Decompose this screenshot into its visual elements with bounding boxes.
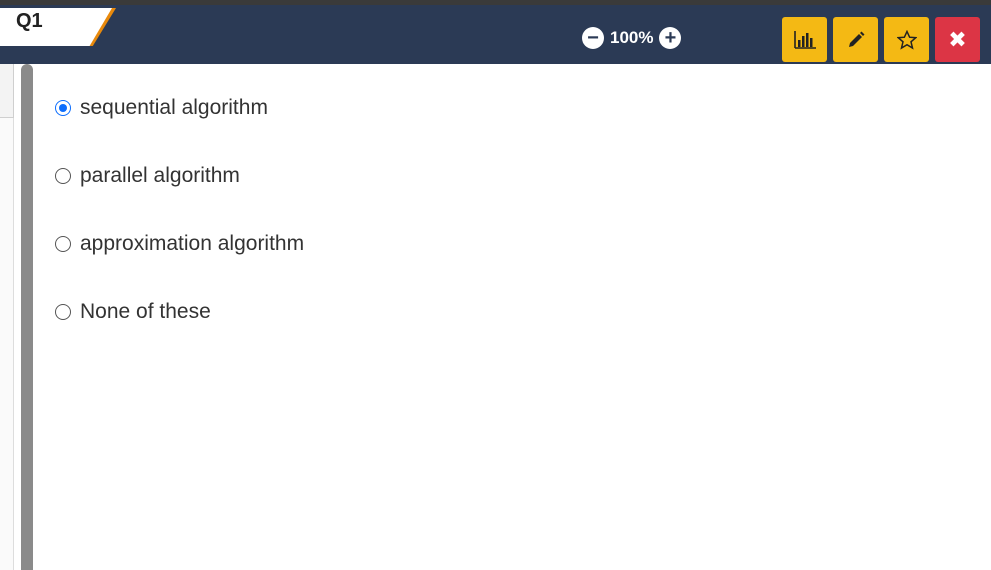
- radio-button-selected[interactable]: [55, 100, 71, 116]
- top-bar: Q1 − 100% + ✖: [0, 0, 991, 64]
- left-panel: [0, 64, 14, 570]
- bar-chart-icon: [793, 30, 816, 49]
- zoom-out-icon[interactable]: −: [582, 27, 604, 49]
- left-panel-header: [0, 64, 14, 118]
- option-label: None of these: [80, 300, 211, 323]
- radio-button[interactable]: [55, 236, 71, 252]
- radio-button[interactable]: [55, 168, 71, 184]
- option-none-of-these[interactable]: None of these: [55, 294, 304, 330]
- option-label: approximation algorithm: [80, 232, 305, 255]
- zoom-control: − 100% +: [582, 27, 682, 49]
- option-parallel-algorithm[interactable]: parallel algorithm: [55, 158, 304, 194]
- radio-button[interactable]: [55, 304, 71, 320]
- bookmark-button[interactable]: [884, 17, 929, 62]
- action-buttons: ✖: [782, 17, 980, 62]
- zoom-level: 100%: [610, 28, 654, 47]
- edit-button[interactable]: [833, 17, 878, 62]
- scrollbar[interactable]: [21, 64, 33, 570]
- star-icon: [896, 29, 917, 50]
- close-icon: ✖: [948, 26, 967, 52]
- answer-options: sequential algorithm parallel algorithm …: [55, 90, 304, 362]
- question-tab-label: Q1: [16, 10, 43, 32]
- close-button[interactable]: ✖: [935, 17, 980, 62]
- pencil-icon: [848, 31, 864, 47]
- option-sequential-algorithm[interactable]: sequential algorithm: [55, 90, 304, 126]
- report-button[interactable]: [782, 17, 827, 62]
- option-label: sequential algorithm: [80, 96, 268, 119]
- zoom-in-icon[interactable]: +: [659, 27, 682, 49]
- option-approximation-algorithm[interactable]: approximation algorithm: [55, 226, 304, 262]
- option-label: parallel algorithm: [80, 164, 240, 187]
